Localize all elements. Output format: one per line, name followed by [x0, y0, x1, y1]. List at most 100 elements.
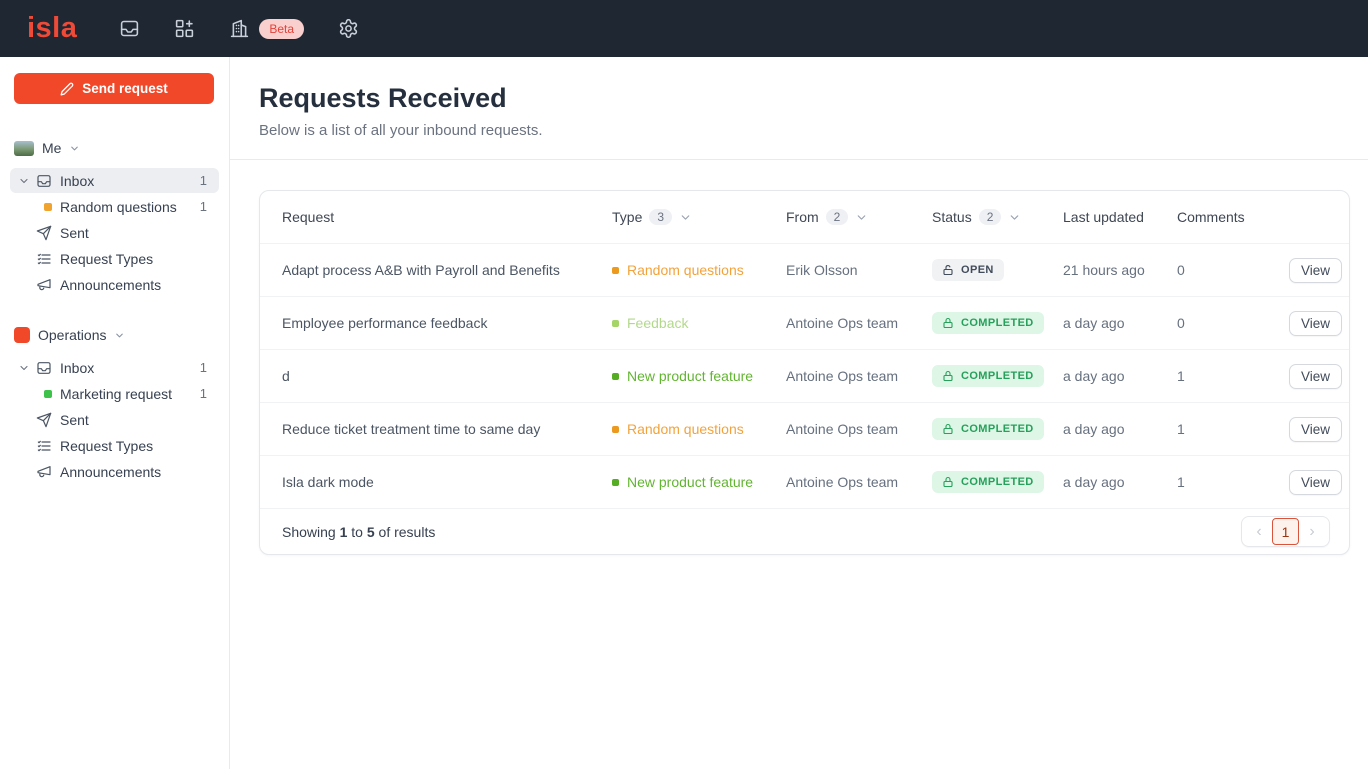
- operations-team-icon: [14, 327, 30, 343]
- sidebar-item-me-request-types[interactable]: Request Types: [10, 246, 219, 271]
- megaphone-icon: [36, 464, 52, 480]
- type-dot-icon: [612, 267, 619, 274]
- filter-count-badge: 2: [826, 209, 849, 225]
- sidebar-item-me-inbox[interactable]: Inbox 1: [10, 168, 219, 193]
- sidebar: Send request Me Inbox 1 Random questions…: [0, 57, 230, 769]
- column-from-filter[interactable]: From 2: [786, 209, 932, 225]
- send-icon: [36, 225, 52, 241]
- send-icon: [36, 412, 52, 428]
- comments-count: 0: [1177, 262, 1289, 278]
- table-header-row: Request Type 3 From 2 Status 2 Last: [260, 191, 1349, 243]
- table-row: d New product feature Antoine Ops team C…: [260, 349, 1349, 402]
- main-content: Requests Received Below is a list of all…: [230, 57, 1368, 769]
- chevron-down-icon: [855, 211, 868, 224]
- comments-count: 0: [1177, 315, 1289, 331]
- table-row: Isla dark mode New product feature Antoi…: [260, 455, 1349, 508]
- status-badge: COMPLETED: [932, 418, 1044, 440]
- pencil-icon: [60, 82, 74, 96]
- type-dot-icon: [44, 203, 52, 211]
- chevron-down-icon[interactable]: [18, 362, 36, 374]
- status-badge: OPEN: [932, 259, 1004, 281]
- type-dot-icon: [612, 373, 619, 380]
- table-row: Employee performance feedback Feedback A…: [260, 296, 1349, 349]
- lock-closed-icon: [942, 476, 954, 488]
- request-from: Antoine Ops team: [786, 315, 932, 331]
- view-button[interactable]: View: [1289, 311, 1342, 336]
- pagination-prev-icon[interactable]: ‹: [1246, 524, 1272, 540]
- sidebar-item-me-sent[interactable]: Sent: [10, 220, 219, 245]
- request-from: Antoine Ops team: [786, 421, 932, 437]
- company-nav-item[interactable]: Beta: [229, 18, 304, 39]
- view-button[interactable]: View: [1289, 258, 1342, 283]
- lock-closed-icon: [942, 317, 954, 329]
- column-type-filter[interactable]: Type 3: [612, 209, 786, 225]
- list-icon: [36, 251, 52, 267]
- chevron-down-icon: [679, 211, 692, 224]
- request-title: Isla dark mode: [282, 474, 612, 490]
- unread-count: 1: [200, 386, 207, 401]
- top-navbar: isla Beta: [0, 0, 1368, 57]
- workspace-operations[interactable]: Operations: [0, 327, 229, 343]
- view-button[interactable]: View: [1289, 417, 1342, 442]
- request-from: Erik Olsson: [786, 262, 932, 278]
- page-subtitle: Below is a list of all your inbound requ…: [259, 122, 1368, 139]
- view-button[interactable]: View: [1289, 470, 1342, 495]
- status-badge: COMPLETED: [932, 312, 1044, 334]
- column-status-filter[interactable]: Status 2: [932, 209, 1063, 225]
- requests-table-card: Request Type 3 From 2 Status 2 Last: [259, 190, 1350, 555]
- sidebar-item-ops-request-types[interactable]: Request Types: [10, 433, 219, 458]
- list-icon: [36, 438, 52, 454]
- pagination-page-1[interactable]: 1: [1272, 518, 1299, 545]
- lock-closed-icon: [942, 370, 954, 382]
- type-dot-icon: [612, 426, 619, 433]
- beta-badge: Beta: [259, 19, 304, 39]
- results-summary: Showing 1 to 5 of results: [282, 524, 435, 540]
- request-type: Random questions: [612, 421, 786, 437]
- request-title: Adapt process A&B with Payroll and Benef…: [282, 262, 612, 278]
- sidebar-item-ops-inbox[interactable]: Inbox 1: [10, 355, 219, 380]
- request-type: New product feature: [612, 474, 786, 490]
- unread-count: 1: [200, 173, 207, 188]
- type-dot-icon: [44, 390, 52, 398]
- chevron-down-icon: [69, 143, 80, 154]
- chevron-down-icon[interactable]: [18, 175, 36, 187]
- last-updated: a day ago: [1063, 474, 1177, 490]
- page-title: Requests Received: [259, 83, 1368, 114]
- megaphone-icon: [36, 277, 52, 293]
- table-footer: Showing 1 to 5 of results ‹ 1 ›: [260, 508, 1349, 554]
- last-updated: a day ago: [1063, 315, 1177, 331]
- comments-count: 1: [1177, 421, 1289, 437]
- comments-count: 1: [1177, 474, 1289, 490]
- request-title: Employee performance feedback: [282, 315, 612, 331]
- apps-grid-icon[interactable]: [174, 18, 195, 39]
- inbox-icon: [36, 360, 52, 376]
- table-row: Reduce ticket treatment time to same day…: [260, 402, 1349, 455]
- pagination-next-icon[interactable]: ›: [1299, 524, 1325, 540]
- me-avatar: [14, 141, 34, 156]
- sidebar-item-me-announcements[interactable]: Announcements: [10, 272, 219, 297]
- workspace-me[interactable]: Me: [0, 140, 229, 156]
- view-button[interactable]: View: [1289, 364, 1342, 389]
- sidebar-item-ops-marketing-request[interactable]: Marketing request 1: [10, 381, 219, 406]
- isla-logo[interactable]: isla: [27, 14, 77, 43]
- company-building-icon: [229, 18, 250, 39]
- settings-gear-icon[interactable]: [338, 18, 359, 39]
- column-last-updated: Last updated: [1063, 209, 1177, 225]
- last-updated: 21 hours ago: [1063, 262, 1177, 278]
- request-title: d: [282, 368, 612, 384]
- sidebar-item-ops-sent[interactable]: Sent: [10, 407, 219, 432]
- page-header: Requests Received Below is a list of all…: [230, 57, 1368, 160]
- sidebar-item-ops-announcements[interactable]: Announcements: [10, 459, 219, 484]
- chevron-down-icon: [114, 330, 125, 341]
- filter-count-badge: 3: [649, 209, 672, 225]
- sidebar-item-me-random-questions[interactable]: Random questions 1: [10, 194, 219, 219]
- unread-count: 1: [200, 360, 207, 375]
- column-comments: Comments: [1177, 209, 1289, 225]
- request-type: Random questions: [612, 262, 786, 278]
- send-request-button[interactable]: Send request: [14, 73, 214, 104]
- request-type: New product feature: [612, 368, 786, 384]
- last-updated: a day ago: [1063, 421, 1177, 437]
- last-updated: a day ago: [1063, 368, 1177, 384]
- inbox-icon[interactable]: [119, 18, 140, 39]
- request-from: Antoine Ops team: [786, 474, 932, 490]
